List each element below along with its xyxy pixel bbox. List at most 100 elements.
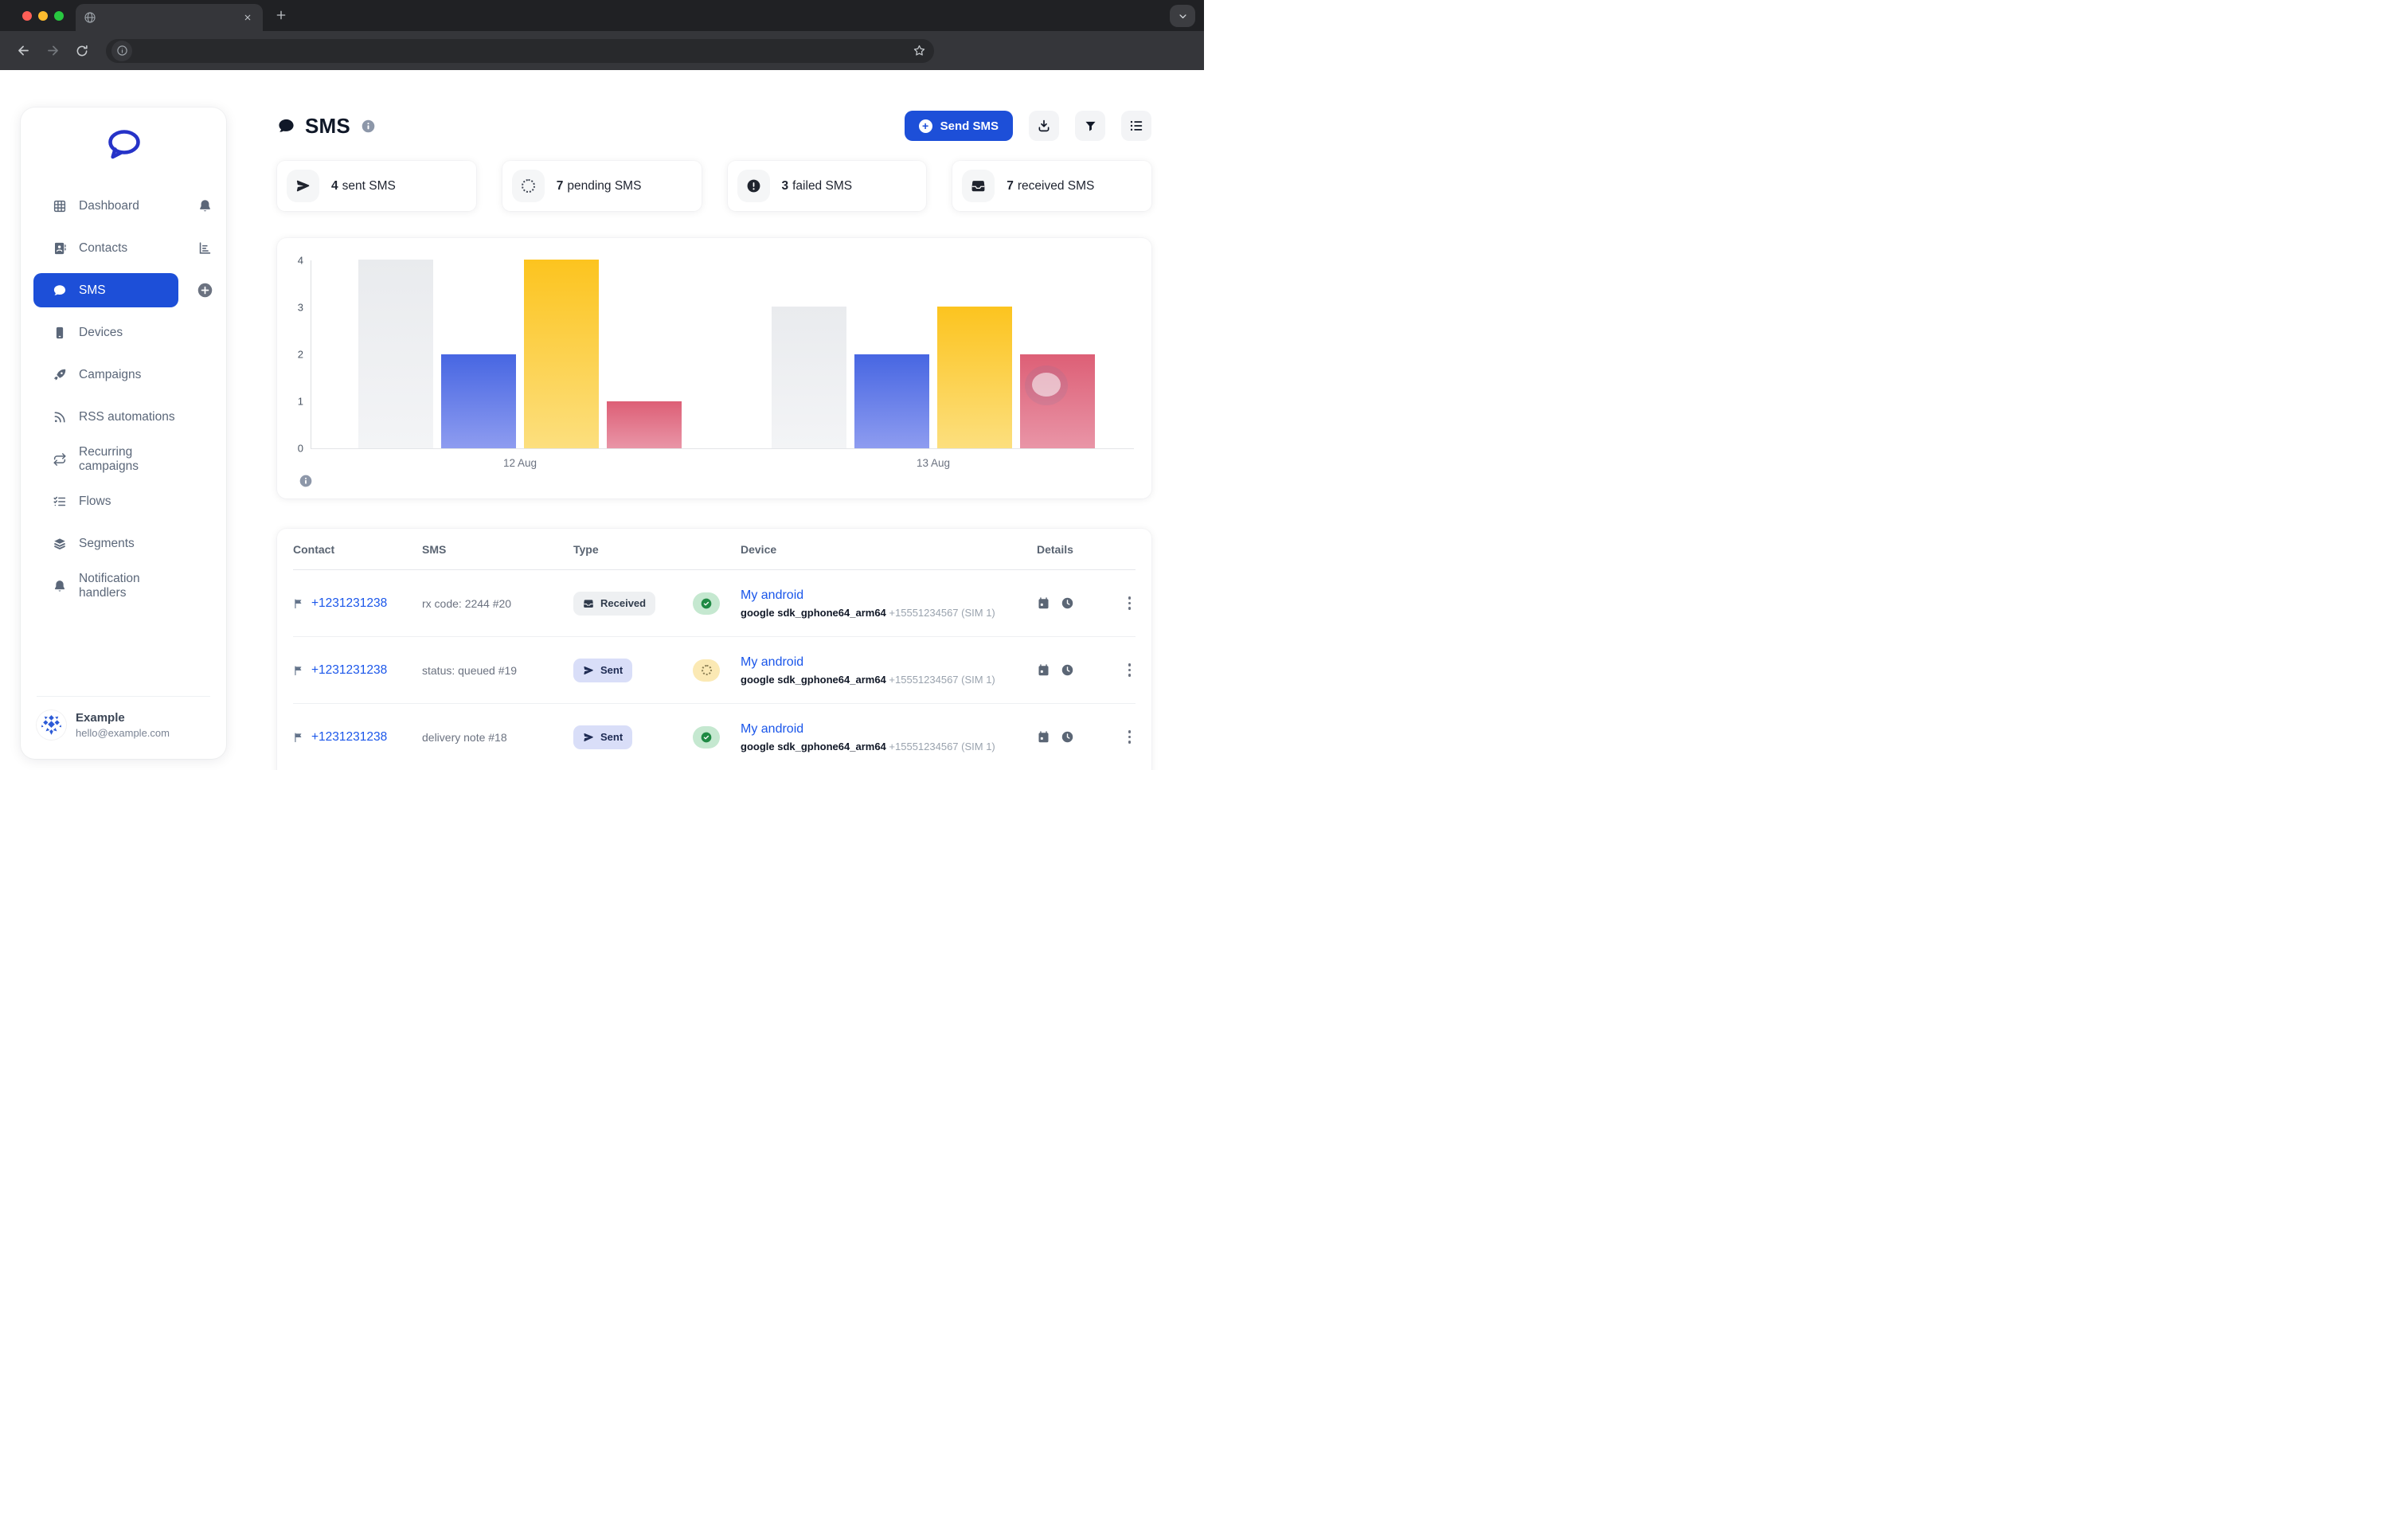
export-download-button[interactable] — [1029, 111, 1059, 141]
flag-icon[interactable] — [293, 665, 304, 676]
sms-table: Contact SMS Type Device Details +1231231… — [277, 529, 1151, 770]
tab-close-icon[interactable] — [240, 10, 255, 25]
sms-activity-chart: 0123412 Aug13 Aug — [277, 238, 1151, 498]
bar-failed[interactable] — [607, 401, 682, 448]
stat-text: 7received SMS — [1007, 179, 1094, 193]
contact-phone-link[interactable]: +1231231238 — [311, 730, 387, 745]
calendar-icon[interactable] — [1037, 730, 1050, 744]
calendar-icon[interactable] — [1037, 663, 1050, 677]
table-header: Contact SMS Type Device Details — [293, 529, 1136, 570]
back-button[interactable] — [11, 39, 35, 63]
zoom-window-button[interactable] — [54, 11, 64, 21]
device-link[interactable]: My android — [741, 655, 1037, 670]
sidebar-item-segments[interactable]: Segments — [33, 526, 178, 561]
site-info-icon[interactable] — [111, 41, 132, 61]
send-sms-button[interactable]: + Send SMS — [905, 111, 1013, 141]
sidebar-item-label: Contacts — [79, 241, 127, 256]
sidebar-item-dashboard[interactable]: Dashboard — [33, 189, 178, 223]
y-tick-label: 4 — [284, 255, 303, 267]
bar-sent[interactable] — [854, 354, 929, 449]
new-tab-button[interactable] — [275, 9, 287, 21]
checklist-icon — [53, 494, 67, 509]
app-logo-speech-bubble-icon[interactable] — [104, 128, 143, 162]
column-header-contact: Contact — [293, 543, 422, 556]
bar-chart-icon[interactable] — [196, 240, 213, 257]
stat-card-received: 7received SMS — [952, 161, 1151, 211]
sidebar-item-flows[interactable]: Flows — [33, 484, 178, 518]
sidebar-item-label: RSS automations — [79, 410, 175, 424]
clock-icon[interactable] — [1061, 663, 1074, 677]
chart-plot: 0123412 Aug13 Aug — [311, 260, 1134, 449]
sms-message-text: delivery note #18 — [422, 731, 573, 744]
inbox-icon — [962, 170, 995, 202]
row-menu-kebab-icon[interactable] — [1125, 593, 1135, 613]
user-email: hello@example.com — [76, 727, 170, 739]
calendar-icon[interactable] — [1037, 596, 1050, 610]
address-bar[interactable] — [106, 39, 934, 63]
globe-favicon-icon — [84, 11, 96, 24]
bar-pending[interactable] — [524, 260, 599, 448]
minimize-window-button[interactable] — [38, 11, 48, 21]
close-window-button[interactable] — [22, 11, 32, 21]
sms-message-text: status: queued #19 — [422, 664, 573, 677]
sidebar-item-label: SMS — [79, 283, 106, 298]
bar-received[interactable] — [358, 260, 433, 448]
stat-text: 3failed SMS — [782, 179, 853, 193]
browser-tab[interactable] — [76, 4, 263, 31]
status-pending-icon — [693, 659, 720, 682]
sidebar-item-contacts[interactable]: Contacts — [33, 231, 178, 265]
chart-info-icon[interactable] — [299, 475, 312, 487]
contact-phone-link[interactable]: +1231231238 — [311, 663, 387, 678]
sidebar-item-label: Recurring campaigns — [79, 445, 178, 474]
page-header: SMS + Send SMS — [277, 110, 1151, 142]
reload-button[interactable] — [70, 39, 94, 63]
main-content: SMS + Send SMS — [277, 70, 1151, 770]
sidebar-item-label: Campaigns — [79, 368, 141, 382]
user-account[interactable]: Example hello@example.com — [37, 696, 210, 759]
stat-text: 7pending SMS — [557, 179, 642, 193]
y-tick-label: 3 — [284, 302, 303, 314]
bar-pending[interactable] — [937, 307, 1012, 448]
device-number: +15551234567 (SIM 1) — [889, 607, 995, 619]
sidebar: Dashboard Contacts — [21, 107, 226, 759]
sidebar-nav: Dashboard Contacts — [21, 189, 226, 603]
contact-phone-link[interactable]: +1231231238 — [311, 596, 387, 611]
tab-strip — [0, 0, 1204, 31]
row-menu-kebab-icon[interactable] — [1125, 727, 1135, 747]
sidebar-item-devices[interactable]: Devices — [33, 315, 178, 350]
filter-button[interactable] — [1075, 111, 1105, 141]
layers-icon — [53, 537, 67, 551]
tab-search-chevron-button[interactable] — [1170, 5, 1195, 27]
sidebar-item-sms[interactable]: SMS — [33, 273, 178, 307]
plus-circle-icon[interactable] — [196, 282, 213, 299]
bar-received[interactable] — [772, 307, 846, 448]
bookmark-star-icon[interactable] — [909, 41, 929, 61]
rocket-icon — [53, 368, 67, 382]
sidebar-item-notification-handlers[interactable]: Notification handlers — [33, 569, 178, 603]
list-view-button[interactable] — [1121, 111, 1151, 141]
sidebar-item-label: Flows — [79, 494, 111, 509]
dashboard-grid-icon — [53, 199, 67, 213]
row-menu-kebab-icon[interactable] — [1125, 660, 1135, 680]
x-axis-label: 13 Aug — [772, 457, 1095, 469]
clock-icon[interactable] — [1061, 596, 1074, 610]
device-link[interactable]: My android — [741, 588, 1037, 603]
device-link[interactable]: My android — [741, 722, 1037, 737]
flag-icon[interactable] — [293, 732, 304, 743]
forward-button[interactable] — [41, 39, 64, 63]
sidebar-item-campaigns[interactable]: Campaigns — [33, 358, 178, 392]
sidebar-item-label: Notification handlers — [79, 572, 178, 600]
clock-icon[interactable] — [1061, 730, 1074, 744]
column-header-details: Details — [1037, 543, 1136, 556]
stat-card-sent: 4sent SMS — [277, 161, 476, 211]
y-tick-label: 1 — [284, 396, 303, 408]
sidebar-item-rss-automations[interactable]: RSS automations — [33, 400, 178, 434]
repeat-icon — [53, 452, 67, 467]
bell-icon[interactable] — [196, 197, 213, 215]
bar-sent[interactable] — [441, 354, 516, 449]
info-icon[interactable] — [362, 119, 375, 133]
logo-watermark — [1025, 365, 1068, 405]
stats-row: 4sent SMS 7pending SMS 3failed SMS — [277, 161, 1151, 211]
sidebar-item-recurring-campaigns[interactable]: Recurring campaigns — [33, 442, 178, 476]
flag-icon[interactable] — [293, 598, 304, 609]
